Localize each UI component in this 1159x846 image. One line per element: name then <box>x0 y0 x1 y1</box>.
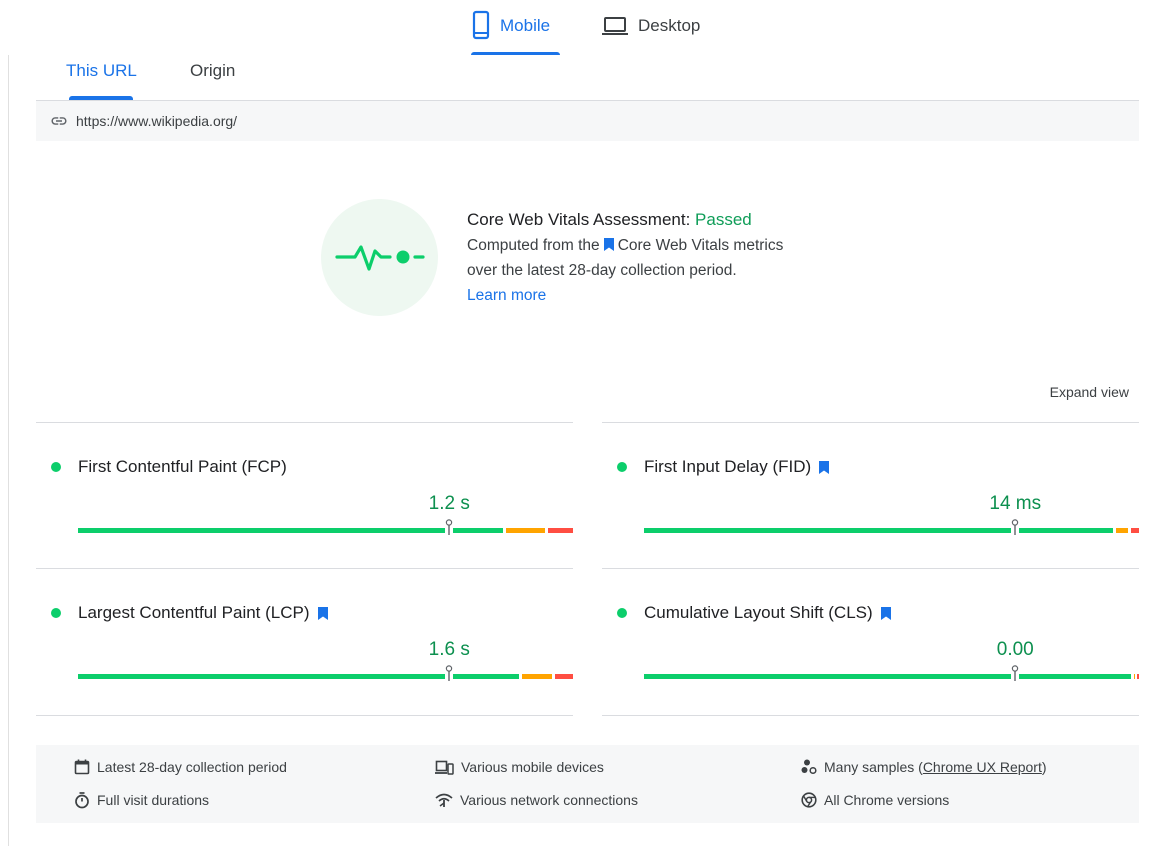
metric-value: 0.00 <box>996 639 1034 660</box>
good-status-dot <box>51 462 61 472</box>
p75-marker <box>445 519 454 535</box>
tab-origin[interactable]: Origin <box>190 58 235 100</box>
timer-icon <box>75 791 89 808</box>
good-status-dot <box>617 462 627 472</box>
devices-item: Various mobile devices <box>435 758 604 776</box>
tab-this-url[interactable]: This URL <box>66 58 137 100</box>
p75-marker <box>445 665 454 681</box>
assessment-status: Passed <box>695 210 752 229</box>
device-tab-indicator <box>471 52 560 55</box>
data-source-info: Latest 28-day collection period Full vis… <box>36 745 1139 823</box>
url-bar: https://www.wikipedia.org/ <box>36 101 1139 141</box>
bookmark-icon <box>317 606 328 620</box>
network-wifi-icon <box>435 793 453 807</box>
metric-name: Largest Contentful Paint (LCP) <box>78 601 328 625</box>
distribution-segment-good <box>644 528 1114 533</box>
distribution-segment-needs-improvement <box>506 528 546 533</box>
metric-card-lcp: Largest Contentful Paint (LCP) 1.6 s <box>36 568 573 716</box>
assessment-line1-suffix: Core Web Vitals metrics <box>617 237 784 254</box>
metric-card-fid: First Input Delay (FID) 14 ms <box>602 422 1139 569</box>
distribution-segment-good <box>78 528 504 533</box>
samples-suffix: ) <box>1041 759 1047 775</box>
distribution-bar <box>644 665 1139 681</box>
network-label: Various network connections <box>460 792 638 808</box>
smartphone-icon <box>472 10 490 40</box>
metric-name-label: First Input Delay (FID) <box>644 457 812 476</box>
tab-mobile[interactable]: Mobile <box>472 10 550 56</box>
assessment-title: Core Web Vitals Assessment: Passed <box>467 207 887 233</box>
p75-marker <box>1011 665 1020 681</box>
distribution-segment-poor <box>548 528 573 533</box>
chrome-versions-label: All Chrome versions <box>824 792 950 808</box>
metric-value: 1.2 s <box>428 493 470 514</box>
metric-name-label: Largest Contentful Paint (LCP) <box>78 603 310 622</box>
metric-name-label: Cumulative Layout Shift (CLS) <box>644 603 873 622</box>
distribution-segment-poor <box>1131 528 1139 533</box>
distribution-segment-needs-improvement <box>1134 674 1136 679</box>
good-status-dot <box>617 608 627 618</box>
assessment-title-label: Core Web Vitals Assessment: <box>467 210 696 229</box>
vitals-pulse-icon <box>335 245 425 271</box>
collection-period-label: Latest 28-day collection period <box>97 759 287 775</box>
left-divider <box>8 55 9 846</box>
devices-label: Various mobile devices <box>461 759 604 775</box>
metric-card-cls: Cumulative Layout Shift (CLS) 0.00 <box>602 568 1139 716</box>
assessment-block: Core Web Vitals Assessment: Passed Compu… <box>467 207 887 308</box>
tab-desktop-label: Desktop <box>638 16 701 35</box>
samples-text: Many samples (Chrome UX Report) <box>824 758 1047 776</box>
metric-value: 14 ms <box>989 493 1042 514</box>
metric-name: Cumulative Layout Shift (CLS) <box>644 601 891 625</box>
laptop-icon <box>602 17 628 35</box>
chrome-icon <box>801 792 817 808</box>
bookmark-icon <box>880 606 891 620</box>
good-status-dot <box>51 608 61 618</box>
samples-prefix: Many samples ( <box>824 759 923 775</box>
distribution-segment-poor <box>555 674 573 679</box>
metric-name-label: First Contentful Paint (FCP) <box>78 457 287 476</box>
url-text: https://www.wikipedia.org/ <box>76 113 238 129</box>
assessment-line-1: Computed from the Core Web Vitals metrics <box>467 233 887 258</box>
calendar-icon <box>74 759 90 775</box>
bookmark-icon <box>819 460 830 474</box>
p75-marker <box>1011 519 1020 535</box>
device-tabs: Mobile Desktop <box>0 0 1159 56</box>
distribution-bar <box>78 519 573 535</box>
assessment-line-2: over the latest 28-day collection period… <box>467 262 737 279</box>
distribution-segment-needs-improvement <box>521 674 553 679</box>
chrome-ux-report-link[interactable]: Chrome UX Report <box>923 759 1042 775</box>
samples-item: Many samples (Chrome UX Report) <box>801 758 1047 776</box>
distribution-bar <box>78 665 573 681</box>
distribution-segment-good <box>644 674 1132 679</box>
collection-period-item: Latest 28-day collection period <box>74 758 287 776</box>
core-web-vitals-badge <box>321 199 438 316</box>
metric-value: 1.6 s <box>428 639 470 660</box>
metric-name: First Contentful Paint (FCP) <box>78 455 287 479</box>
distribution-segment-needs-improvement <box>1116 528 1129 533</box>
visit-durations-label: Full visit durations <box>97 792 210 808</box>
metric-card-fcp: First Contentful Paint (FCP) 1.2 s <box>36 422 573 569</box>
tab-mobile-label: Mobile <box>500 16 551 35</box>
bookmark-icon <box>603 238 614 251</box>
samples-icon <box>801 759 817 775</box>
chrome-versions-item: All Chrome versions <box>801 791 949 809</box>
link-icon <box>51 117 67 125</box>
distribution-bar <box>644 519 1139 535</box>
assessment-line1-prefix: Computed from the <box>467 237 600 254</box>
metric-name: First Input Delay (FID) <box>644 455 830 479</box>
learn-more-link[interactable]: Learn more <box>467 283 887 308</box>
tab-desktop[interactable]: Desktop <box>602 10 700 56</box>
expand-view-button[interactable]: Expand view <box>1050 384 1129 400</box>
distribution-segment-poor <box>1137 674 1139 679</box>
visit-durations-item: Full visit durations <box>74 791 209 809</box>
devices-icon <box>435 760 454 775</box>
network-item: Various network connections <box>435 791 638 809</box>
